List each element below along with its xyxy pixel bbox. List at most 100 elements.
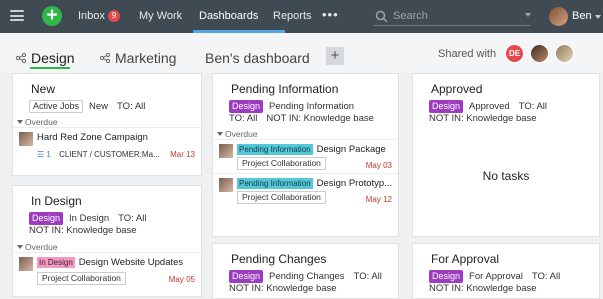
filter-tag: Design xyxy=(29,212,64,225)
task-status-tag: Pending Information xyxy=(237,144,313,155)
filter-to: TO: All xyxy=(229,113,258,124)
panel-filters: Design Approved TO: All NOT IN: Knowledge … xyxy=(429,100,599,125)
project-tag[interactable]: Project Collaboration xyxy=(37,272,126,285)
top-navigation-bar: + Inbox 9 My Work Dashboards Reports ••• … xyxy=(0,0,603,33)
task-thumbnail xyxy=(19,257,33,271)
task-status-tag: In Design xyxy=(37,257,75,268)
shared-user-avatar[interactable]: DE xyxy=(505,44,524,63)
filter-tag: Design xyxy=(429,100,464,113)
filter-not-in: NOT IN: Knowledge base xyxy=(266,113,374,124)
task-due-date: May 03 xyxy=(365,161,392,170)
tab-marketing[interactable]: Marketing xyxy=(100,50,176,66)
task-title[interactable]: Hard Red Zone Campaign xyxy=(37,132,148,143)
nav-inbox-label: Inbox xyxy=(78,10,105,22)
task-thumbnail xyxy=(219,178,233,192)
panel-title: Pending Changes xyxy=(231,252,327,266)
panel-title: For Approval xyxy=(431,252,500,266)
filter-not-in: NOT IN: Knowledge base xyxy=(429,113,537,124)
tab-bens-dashboard[interactable]: Ben's dashboard xyxy=(205,50,310,66)
client-field: CLIENT / CUSTOMER:Ma... xyxy=(59,150,160,159)
overdue-header[interactable]: Overdue xyxy=(217,129,258,139)
filter-to: TO: All xyxy=(531,271,561,282)
panel-filters: Design For Approval TO: All NOT IN: Knowle… xyxy=(429,270,599,295)
filter-status: Approved xyxy=(469,101,510,112)
user-name[interactable]: Ben xyxy=(572,10,592,22)
task-subinfo: ☰ 1 CLIENT / CUSTOMER:Ma... xyxy=(37,150,160,159)
task-title-row: Pending Information Design Prototyp... xyxy=(237,178,392,189)
task-card[interactable]: Hard Red Zone Campaign ☰ 1 CLIENT / CUST… xyxy=(13,127,201,163)
dashboard-icon xyxy=(100,53,110,63)
nav-reports[interactable]: Reports xyxy=(273,10,312,22)
panel-approved: Approved Design Approved TO: All NOT IN: K… xyxy=(412,73,600,237)
filter-tag: Design xyxy=(229,270,264,283)
panel-filters: Design In Design TO: All NOT IN: Knowledge… xyxy=(29,212,199,237)
panel-title: New xyxy=(31,82,56,96)
search-dropdown-icon[interactable] xyxy=(525,13,531,17)
task-thumbnail xyxy=(19,132,33,146)
task-title[interactable]: Design Prototyp... xyxy=(317,178,392,189)
task-title-row: In Design Design Website Updates xyxy=(37,257,183,268)
filter-status: New xyxy=(89,101,109,112)
task-card[interactable]: In Design Design Website Updates Project … xyxy=(13,252,201,287)
panel-title: Approved xyxy=(431,82,483,96)
nav-my-work[interactable]: My Work xyxy=(139,10,182,22)
tab-design-label: Design xyxy=(31,50,75,66)
project-tag[interactable]: Project Collaboration xyxy=(237,157,326,170)
nav-inbox[interactable]: Inbox 9 xyxy=(78,10,120,22)
filter-not-in: NOT IN: Knowledge base xyxy=(229,283,337,294)
filter-to: TO: All xyxy=(518,101,548,112)
panel-pending-changes: Pending Changes Design Pending Changes TO:… xyxy=(212,243,399,299)
shared-user-avatar[interactable] xyxy=(530,44,549,63)
inbox-count-badge: 9 xyxy=(107,10,120,22)
filter-tag: Design xyxy=(229,100,264,113)
overdue-header[interactable]: Overdue xyxy=(17,242,58,252)
task-card[interactable]: Pending Information Design Prototyp... Pr… xyxy=(213,173,398,207)
empty-state-text: No tasks xyxy=(482,169,530,183)
panel-title: Pending Information xyxy=(231,82,339,96)
panel-new: New Active Jobs New TO: All Overdue Hard R… xyxy=(12,73,202,176)
shared-user-avatar[interactable] xyxy=(555,44,574,63)
search-icon xyxy=(375,10,388,23)
create-new-button[interactable]: + xyxy=(42,6,62,26)
panel-in-design: In Design Design In Design TO: All NOT IN:… xyxy=(12,185,202,297)
filter-status: Pending Changes xyxy=(269,271,345,282)
dashboard-icon xyxy=(16,53,26,63)
panel-filters: Design Pending Information TO: All NOT IN:… xyxy=(229,100,399,125)
search-box[interactable] xyxy=(373,8,531,26)
panel-filters: Active Jobs New TO: All xyxy=(29,100,199,113)
tab-marketing-label: Marketing xyxy=(115,50,177,66)
more-menu-icon[interactable]: ••• xyxy=(322,7,339,22)
filter-not-in: NOT IN: Knowledge base xyxy=(429,283,537,294)
user-menu-chevron-icon[interactable] xyxy=(595,15,601,19)
task-title[interactable]: Design Package xyxy=(317,144,386,155)
add-dashboard-button[interactable]: + xyxy=(326,47,344,65)
filter-not-in: NOT IN: Knowledge base xyxy=(29,225,137,236)
task-title-row: Pending Information Design Package xyxy=(237,144,386,155)
overdue-header[interactable]: Overdue xyxy=(17,117,58,127)
hamburger-menu-icon[interactable] xyxy=(10,10,24,21)
filter-status: Pending Information xyxy=(269,101,355,112)
task-due-date: May 12 xyxy=(365,195,392,204)
filter-to: TO: All xyxy=(353,271,382,282)
filter-to: TO: All xyxy=(117,101,146,112)
dashboard-tabs-bar: Design Marketing Ben's dashboard + Share… xyxy=(0,33,603,73)
subtask-icon: ☰ xyxy=(37,150,45,159)
filter-status: For Approval xyxy=(469,271,523,282)
nav-dashboards[interactable]: Dashboards xyxy=(199,10,258,22)
task-card[interactable]: Pending Information Design Package Projec… xyxy=(213,139,398,173)
subtask-count: 1 xyxy=(46,150,51,159)
task-due-date: Mar 13 xyxy=(170,150,195,159)
panel-for-approval: For Approval Design For Approval TO: All N… xyxy=(412,243,600,299)
shared-with-label: Shared with xyxy=(438,48,497,60)
tab-design[interactable]: Design xyxy=(16,50,75,66)
filter-tag: Design xyxy=(429,270,464,283)
user-avatar[interactable] xyxy=(549,7,568,26)
filter-status: In Design xyxy=(69,213,110,224)
search-input[interactable] xyxy=(393,9,523,23)
panel-title: In Design xyxy=(31,194,82,208)
task-thumbnail xyxy=(219,144,233,158)
task-status-tag: Pending Information xyxy=(237,178,313,189)
task-title[interactable]: Design Website Updates xyxy=(79,257,183,268)
task-due-date: May 05 xyxy=(168,275,195,284)
project-tag[interactable]: Project Collaboration xyxy=(237,191,326,204)
